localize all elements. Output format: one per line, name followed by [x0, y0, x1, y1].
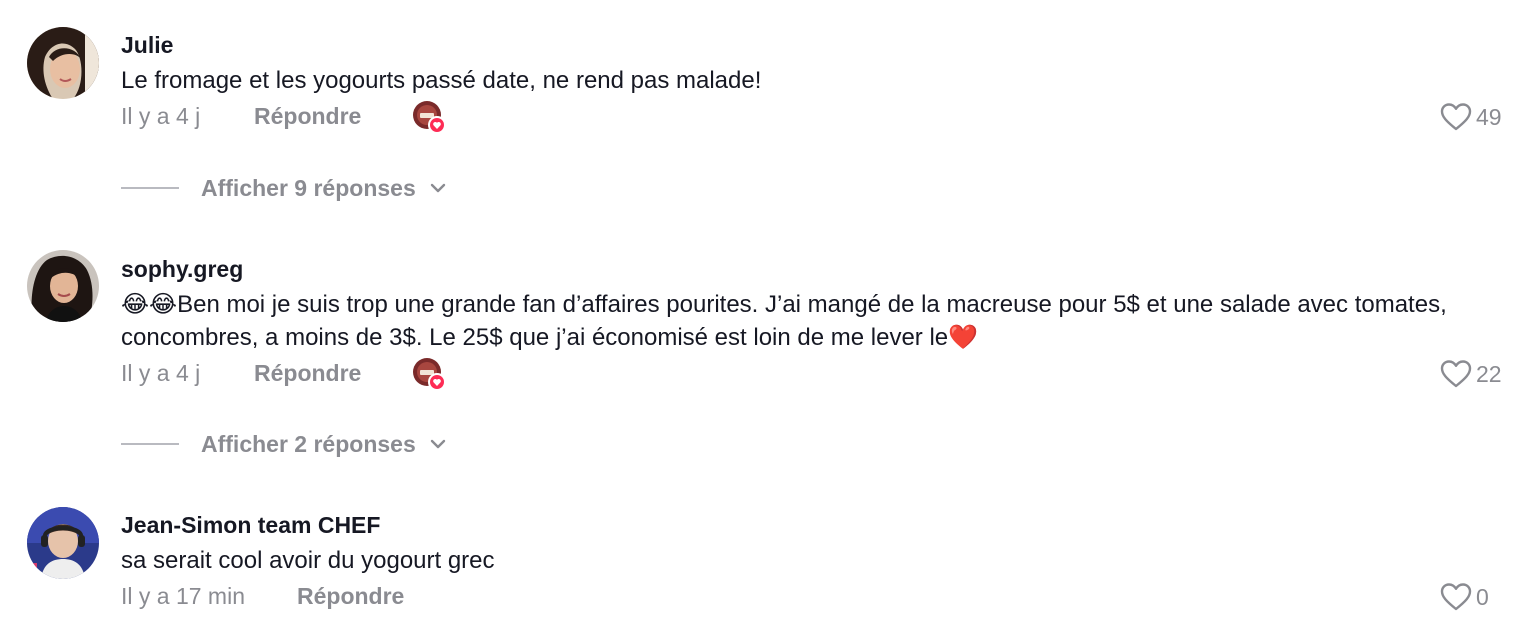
avatar[interactable]: [27, 250, 99, 322]
comment-meta: Il y a 4 j Répondre 49: [121, 99, 1522, 135]
like-button[interactable]: 49: [1440, 101, 1508, 133]
heart-outline-icon: [1440, 360, 1472, 388]
comment-username[interactable]: sophy.greg: [121, 254, 1522, 284]
comment-timestamp: Il y a 17 min: [121, 583, 245, 609]
comment-meta: Il y a 4 j Répondre 22: [121, 356, 1522, 392]
creator-liked-badge-icon: [411, 99, 447, 135]
like-button[interactable]: 22: [1440, 358, 1508, 390]
comment-text: sa serait cool avoir du yogourt grec: [121, 547, 495, 574]
view-replies-button[interactable]: Afficher 9 réponses: [121, 173, 448, 203]
avatar[interactable]: [27, 507, 99, 579]
comment-username[interactable]: Jean-Simon team CHEF: [121, 510, 1522, 540]
comment-meta: Il y a 17 min Répondre 0: [121, 579, 1522, 615]
view-replies-label: Afficher 9 réponses: [201, 174, 416, 201]
reply-button[interactable]: Répondre: [297, 583, 404, 610]
laughing-emoji: 😂😂: [121, 291, 178, 318]
comment-text-body: Ben moi je suis trop une grande fan d’af…: [121, 291, 1447, 351]
creator-liked-badge-icon: [411, 356, 447, 392]
comment-username[interactable]: Julie: [121, 30, 1522, 60]
comment-timestamp: Il y a 4 j: [121, 360, 201, 386]
like-button[interactable]: 0: [1440, 581, 1508, 613]
replies-divider: [121, 187, 179, 189]
like-count: 49: [1476, 103, 1502, 130]
replies-divider: [121, 443, 179, 445]
chevron-down-icon: [430, 183, 445, 193]
comment-text: Le fromage et les yogourts passé date, n…: [121, 67, 762, 94]
chevron-down-icon: [430, 439, 445, 449]
view-replies-label: Afficher 2 réponses: [201, 430, 416, 457]
comment-text: 😂😂Ben moi je suis trop une grande fan d’…: [121, 288, 1481, 354]
red-heart-emoji: ❤️: [948, 324, 979, 351]
comment-timestamp: Il y a 4 j: [121, 103, 201, 129]
view-replies-button[interactable]: Afficher 2 réponses: [121, 429, 448, 459]
like-count: 22: [1476, 360, 1502, 387]
like-count: 0: [1476, 583, 1489, 610]
avatar[interactable]: [27, 27, 99, 99]
reply-button[interactable]: Répondre: [254, 360, 361, 387]
heart-outline-icon: [1440, 583, 1472, 611]
heart-outline-icon: [1440, 103, 1472, 131]
reply-button[interactable]: Répondre: [254, 103, 361, 130]
